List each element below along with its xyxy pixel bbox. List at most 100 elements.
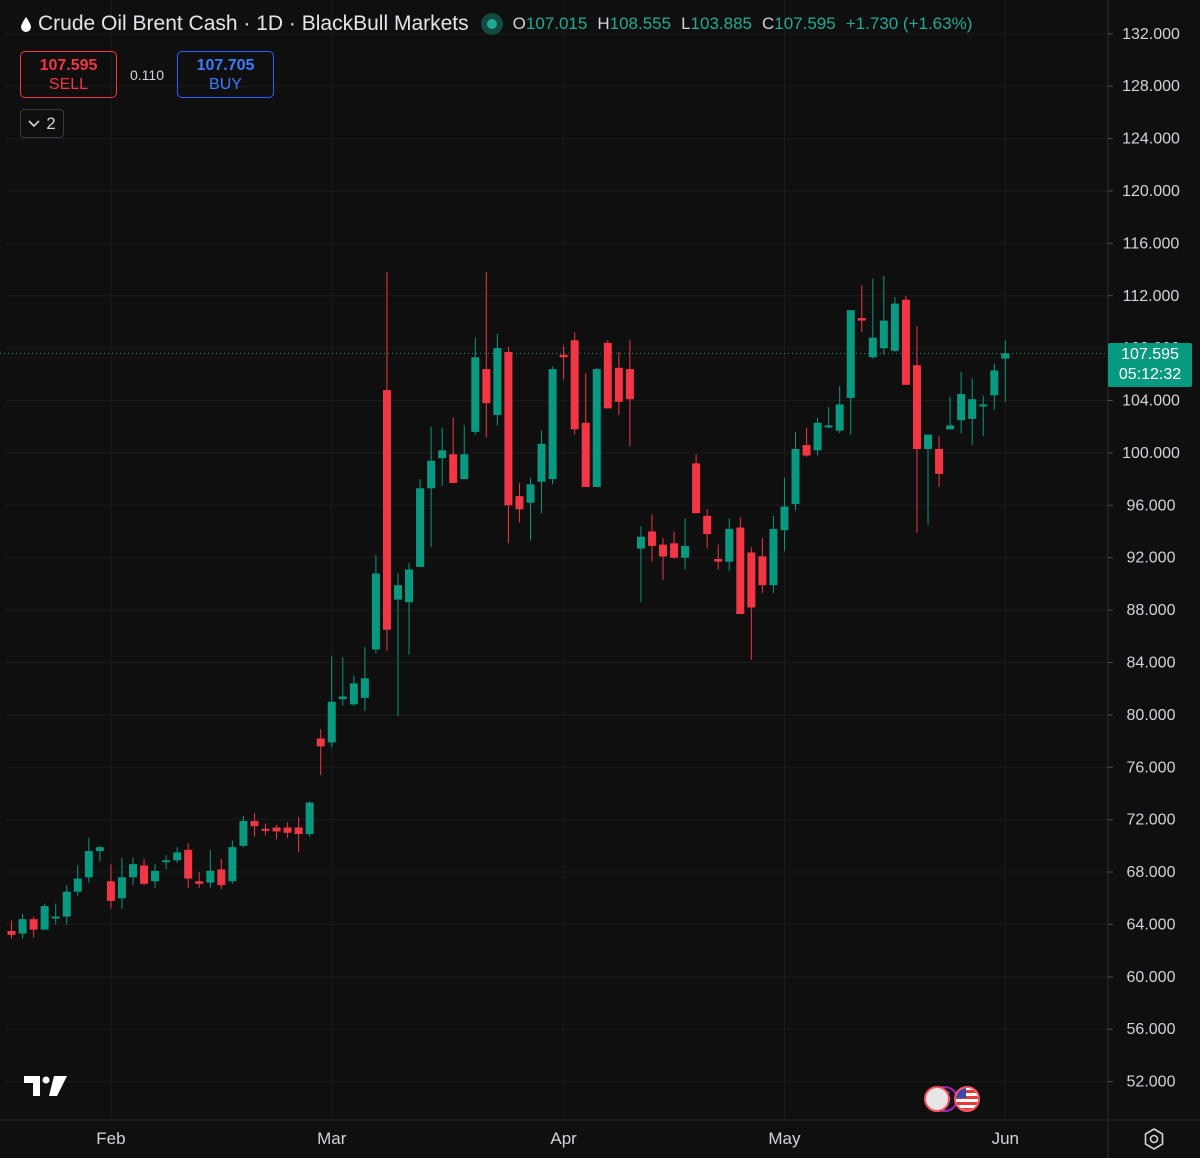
- candle-body: [846, 310, 855, 398]
- candle: [515, 483, 524, 523]
- ohlc-values: O107.015 H108.555 L103.885 C107.595 +1.7…: [513, 14, 973, 34]
- candle: [681, 518, 690, 570]
- candle: [349, 675, 358, 706]
- candle: [228, 840, 237, 884]
- price-tick-label: 120.000: [1122, 183, 1180, 200]
- candle-body: [835, 404, 844, 431]
- candle-body: [957, 393, 966, 421]
- candle: [239, 815, 248, 848]
- us-flag-icon[interactable]: [954, 1086, 980, 1112]
- candle-body: [7, 930, 16, 935]
- candle: [857, 285, 866, 333]
- candle: [140, 858, 149, 886]
- candle: [504, 346, 513, 544]
- candle: [659, 538, 668, 580]
- candle-body: [548, 369, 557, 480]
- candle: [736, 517, 745, 615]
- candles-layer: [7, 272, 1010, 939]
- economic-events[interactable]: ⚡: [924, 1086, 980, 1112]
- price-tick-label: 92.000: [1127, 550, 1176, 567]
- candle: [51, 903, 60, 925]
- candle: [327, 655, 336, 748]
- candle-body: [857, 318, 866, 321]
- candle: [482, 272, 491, 438]
- price-tick-label: 132.000: [1122, 26, 1180, 43]
- price-axis[interactable]: 132.000 128.000 124.000 120.000 116.000 112.0…: [1107, 0, 1180, 1158]
- candle: [824, 407, 833, 429]
- price-tick-label: 116.000: [1123, 235, 1180, 252]
- candle-body: [239, 820, 248, 846]
- candle: [117, 857, 126, 909]
- candle-body: [106, 881, 115, 901]
- indicators-toggle-button[interactable]: 2: [20, 109, 64, 138]
- candle: [272, 824, 281, 840]
- candle: [769, 515, 778, 594]
- candle-body: [128, 864, 137, 878]
- candle-body: [813, 422, 822, 451]
- tradingview-logo-icon[interactable]: [24, 1076, 68, 1098]
- candle-body: [316, 738, 325, 747]
- candle: [405, 562, 414, 655]
- candle: [802, 428, 811, 457]
- candle-body: [416, 488, 425, 567]
- candle: [250, 813, 259, 837]
- candle-body: [625, 369, 634, 400]
- candle: [935, 435, 944, 487]
- settings-gear-icon[interactable]: [1142, 1127, 1166, 1151]
- candle: [40, 903, 49, 930]
- change-value: +1.730 (+1.63%): [845, 14, 973, 33]
- time-tick-label: May: [768, 1129, 801, 1148]
- candle: [195, 872, 204, 888]
- candle: [305, 801, 314, 837]
- candle: [294, 817, 303, 853]
- candle-body: [504, 352, 513, 506]
- indicators-count: 2: [46, 113, 56, 133]
- price-tick-label: 52.000: [1127, 1074, 1176, 1091]
- sell-price: 107.595: [39, 56, 98, 74]
- candle: [835, 386, 844, 434]
- candle-body: [195, 881, 204, 884]
- candle-body: [703, 515, 712, 535]
- candle: [537, 430, 546, 514]
- candle: [493, 333, 502, 426]
- candle-body: [681, 545, 690, 558]
- candlestick-chart[interactable]: 132.000 128.000 124.000 120.000 116.000 112.0…: [0, 0, 1200, 1158]
- candle-body: [979, 404, 988, 407]
- candle: [416, 479, 425, 567]
- sell-label: SELL: [48, 75, 89, 93]
- candle: [29, 916, 38, 938]
- buy-button[interactable]: 107.705 BUY: [177, 51, 274, 98]
- price-tick-label: 80.000: [1127, 707, 1176, 724]
- price-tick-label: 56.000: [1127, 1021, 1176, 1038]
- us-flag-icon[interactable]: [924, 1086, 950, 1112]
- price-tick-label: 72.000: [1127, 812, 1176, 829]
- candle-body: [990, 370, 999, 396]
- candle-body: [184, 849, 193, 879]
- candle: [316, 729, 325, 776]
- market-status-icon[interactable]: [480, 13, 503, 35]
- symbol-title[interactable]: Crude Oil Brent Cash · 1D · BlackBull Ma…: [38, 12, 469, 36]
- candle-body: [438, 450, 447, 459]
- candle: [946, 396, 955, 430]
- candle-body: [294, 827, 303, 835]
- time-axis[interactable]: Feb Mar Apr May Jun: [0, 1119, 1200, 1148]
- candle-body: [95, 847, 104, 852]
- candle-body: [515, 496, 524, 510]
- price-tick-label: 96.000: [1127, 497, 1176, 514]
- candle: [184, 843, 193, 888]
- price-tick-label: 60.000: [1127, 969, 1176, 986]
- candle-body: [18, 919, 27, 934]
- candle: [614, 352, 623, 415]
- candle-body: [725, 528, 734, 562]
- price-tick-label: 68.000: [1127, 864, 1176, 881]
- candle-body: [879, 320, 888, 349]
- candle-body: [946, 425, 955, 430]
- candle-body: [62, 891, 71, 917]
- candle: [73, 865, 82, 896]
- candle-body: [659, 544, 668, 557]
- sell-button[interactable]: 107.595 SELL: [20, 51, 117, 98]
- candle-body: [460, 454, 469, 480]
- close-label: C: [761, 14, 775, 33]
- candle-body: [559, 354, 568, 358]
- buy-label: BUY: [209, 75, 242, 93]
